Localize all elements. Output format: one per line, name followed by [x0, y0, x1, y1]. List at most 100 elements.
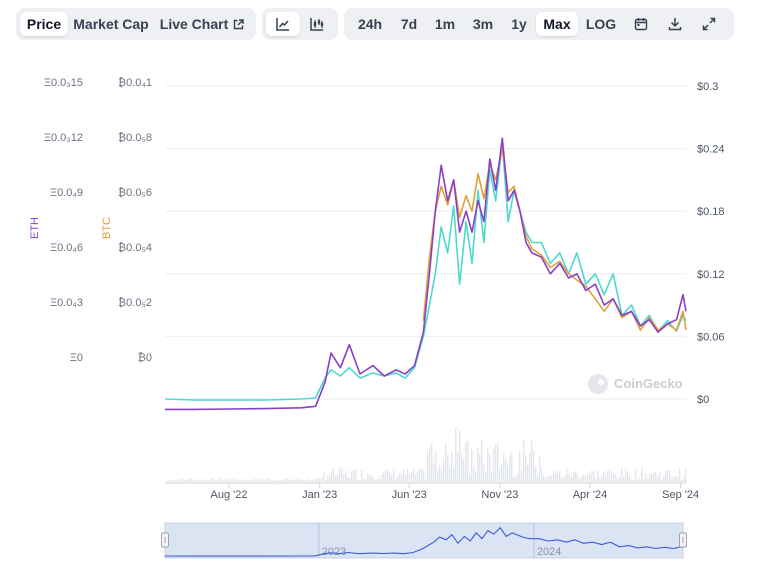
volume-bar [405, 474, 407, 483]
volume-bar [579, 479, 581, 483]
volume-bar [449, 466, 451, 483]
volume-bar [333, 468, 335, 483]
x-axis: Aug '22 Jan '23 Jun '23 Nov '23 Apr '24 Sep '… [211, 483, 699, 501]
volume-bar [207, 480, 209, 483]
volume-bar [479, 454, 481, 483]
volume-bar [305, 480, 307, 483]
volume-bar [459, 430, 461, 483]
volume-bar [335, 475, 337, 483]
volume-bar [477, 446, 479, 483]
volume-bar [565, 474, 567, 483]
coingecko-watermark: CoinGecko [588, 374, 683, 394]
volume-bar [275, 479, 277, 483]
volume-bar [645, 473, 647, 483]
volume-bar [603, 471, 605, 483]
volume-bar [551, 475, 553, 483]
volume-bar [515, 476, 517, 483]
volume-bar [269, 479, 271, 483]
btc-tick-label: ₿0.0₅2 [118, 297, 152, 309]
volume-bar [587, 474, 589, 483]
volume-bar [215, 480, 217, 483]
volume-bar [447, 454, 449, 483]
volume-bar [243, 480, 245, 483]
volume-bar [397, 476, 399, 483]
volume-bar [307, 478, 309, 483]
volume-bar [605, 475, 607, 483]
volume-bar [685, 468, 687, 483]
volume-bar [171, 480, 173, 483]
range-navigator[interactable]: 2023 2024 [161, 522, 687, 559]
btc-axis: ₿0 ₿0.0₅2 ₿0.0₅4 ₿0.0₅6 ₿0.0₅8 ₿0.0₄1 [118, 77, 152, 364]
volume-bar [385, 471, 387, 483]
volume-bar [625, 468, 627, 483]
volume-bar [595, 478, 597, 483]
volume-bar [585, 476, 587, 483]
volume-bar [389, 472, 391, 483]
volume-bar [299, 479, 301, 483]
volume-bar [663, 476, 665, 483]
volume-bar [205, 479, 207, 483]
volume-bar [313, 478, 315, 483]
volume-bar [435, 451, 437, 483]
volume-bar [539, 456, 541, 483]
volume-bar [377, 478, 379, 483]
volume-bar [413, 468, 415, 483]
volume-bar [521, 470, 523, 483]
volume-bar [187, 480, 189, 483]
x-tick-label: Jan '23 [302, 489, 337, 501]
volume-bar [337, 474, 339, 483]
eth-tick-label: Ξ0.0₄6 [50, 242, 83, 254]
volume-bar [291, 479, 293, 483]
eth-tick-label: Ξ0.0₄3 [50, 297, 83, 309]
price-chart[interactable]: CoinGecko $0$0.06$0.12$0.18$0.24$0.3 ₿0₿… [0, 0, 758, 570]
volume-bar [659, 472, 661, 483]
volume-bar [193, 480, 195, 483]
volume-bar [221, 480, 223, 483]
volume-bar [573, 471, 575, 483]
volume-bar [647, 478, 649, 483]
usd-tick-label: $0.3 [697, 81, 718, 93]
volume-bar [285, 479, 287, 483]
volume-bar [201, 480, 203, 483]
volume-bar [373, 478, 375, 483]
volume-bar [655, 471, 657, 483]
volume-bar [513, 476, 515, 483]
volume-bar [507, 465, 509, 483]
volume-bar [559, 471, 561, 483]
volume-bar [543, 475, 545, 483]
btc-axis-title: BTC [101, 217, 113, 239]
x-tick-label: Jun '23 [392, 489, 427, 501]
volume-bar [535, 467, 537, 483]
volume-bar [445, 442, 447, 483]
volume-bar [359, 479, 361, 483]
volume-bar [393, 469, 395, 483]
volume-bar [379, 478, 381, 483]
volume-bar [635, 469, 637, 483]
volume-bar [641, 468, 643, 483]
volume-bar [649, 474, 651, 483]
volume-bar [657, 476, 659, 483]
volume-bar [517, 473, 519, 483]
volume-bar [581, 476, 583, 483]
usd-tick-label: $0.24 [697, 144, 725, 156]
volume-bar [353, 469, 355, 483]
navigator-selection [164, 522, 684, 559]
volume-bar [633, 479, 635, 483]
volume-bar [425, 479, 427, 483]
volume-bar [679, 468, 681, 483]
volume-bar [223, 479, 225, 483]
volume-bar [361, 470, 363, 483]
volume-bar [607, 470, 609, 483]
volume-bar [471, 449, 473, 483]
x-tick-label: Aug '22 [211, 489, 248, 501]
navigator-label: 2024 [537, 546, 561, 558]
volume-bar [537, 474, 539, 483]
volume-bar [623, 477, 625, 483]
volume-bar [601, 475, 603, 483]
volume-bar [485, 472, 487, 483]
volume-bar [421, 468, 423, 483]
volume-bar [287, 478, 289, 483]
volume-bar [315, 478, 317, 483]
eth-tick-label: Ξ0 [70, 352, 83, 364]
volume-bar [253, 478, 255, 483]
